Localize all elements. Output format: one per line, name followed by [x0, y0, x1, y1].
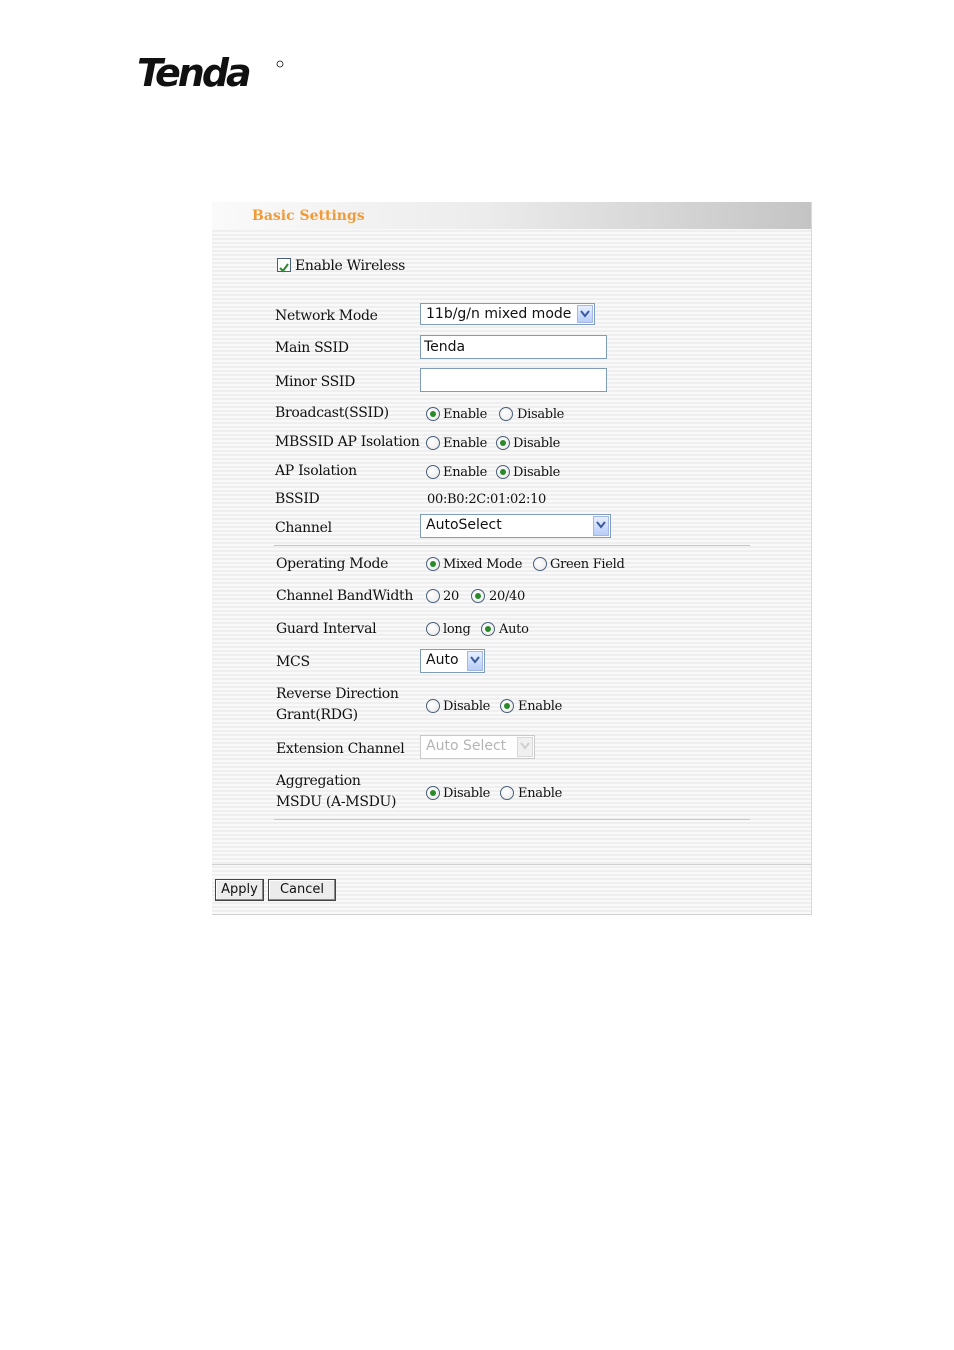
mbssid-ap-isolation-enable-label: Enable: [443, 436, 487, 451]
rdg-label: Reverse Direction Grant(RDG): [276, 686, 399, 723]
main-ssid-input[interactable]: Tenda: [420, 335, 607, 359]
channel-bandwidth-2040-label: 20/40: [489, 589, 525, 604]
channel-bandwidth-20-radio[interactable]: [426, 589, 440, 603]
panel-title-bar: Basic Settings: [212, 202, 811, 229]
chevron-down-icon: [517, 737, 533, 757]
svg-text:Tenda: Tenda: [137, 52, 250, 92]
footer-divider: [212, 864, 811, 865]
network-mode-label: Network Mode: [275, 308, 378, 324]
chevron-down-icon[interactable]: [593, 516, 609, 536]
panel-title: Basic Settings: [252, 208, 365, 224]
amsdu-label: Aggregation MSDU (A-MSDU): [276, 773, 397, 810]
broadcast-ssid-enable-radio[interactable]: [426, 407, 440, 421]
channel-select[interactable]: AutoSelect: [420, 514, 611, 538]
operating-mode-greenfield-radio[interactable]: [533, 557, 547, 571]
rdg-disable-label: Disable: [443, 699, 491, 714]
tenda-logo: Tenda: [137, 52, 284, 92]
guard-interval-auto-label: Auto: [499, 622, 529, 637]
operating-mode-greenfield-label: Green Field: [550, 557, 625, 572]
rdg-disable-radio[interactable]: [426, 699, 440, 713]
guard-interval-label: Guard Interval: [276, 621, 377, 637]
chevron-down-icon[interactable]: [467, 651, 483, 671]
channel-bandwidth-label: Channel BandWidth: [276, 588, 414, 604]
mbssid-ap-isolation-disable-label: Disable: [513, 436, 561, 451]
operating-mode-mixed-label: Mixed Mode: [443, 557, 523, 572]
ap-isolation-enable-label: Enable: [443, 465, 487, 480]
channel-label: Channel: [275, 520, 332, 536]
broadcast-ssid-disable-radio[interactable]: [499, 407, 513, 421]
ap-isolation-label: AP Isolation: [275, 463, 357, 479]
apply-button[interactable]: Apply: [215, 879, 264, 901]
bssid-label: BSSID: [275, 491, 320, 507]
minor-ssid-label: Minor SSID: [275, 374, 356, 390]
section-divider: [274, 545, 750, 546]
enable-wireless-label: Enable Wireless: [295, 258, 405, 274]
ap-isolation-disable-label: Disable: [513, 465, 561, 480]
main-ssid-label: Main SSID: [275, 340, 349, 356]
channel-bandwidth-20-label: 20: [443, 589, 459, 604]
broadcast-ssid-label: Broadcast(SSID): [275, 405, 389, 421]
rdg-enable-label: Enable: [518, 699, 562, 714]
enable-wireless-checkbox[interactable]: [277, 258, 291, 273]
channel-bandwidth-2040-radio[interactable]: [471, 589, 485, 603]
basic-settings-panel: Basic Settings Enable Wireless Network M…: [212, 202, 812, 915]
broadcast-ssid-enable-label: Enable: [443, 407, 487, 422]
mcs-label: MCS: [276, 654, 310, 670]
network-mode-select[interactable]: 11b/g/n mixed mode: [420, 303, 595, 325]
cancel-button[interactable]: Cancel: [268, 879, 336, 901]
mbssid-ap-isolation-enable-radio[interactable]: [426, 436, 440, 450]
extension-channel-value: Auto Select: [426, 738, 507, 754]
amsdu-disable-label: Disable: [443, 786, 491, 801]
network-mode-value: 11b/g/n mixed mode: [426, 306, 572, 322]
guard-interval-long-label: long: [443, 622, 471, 637]
section-divider: [274, 819, 750, 820]
minor-ssid-input[interactable]: [420, 368, 607, 392]
ap-isolation-enable-radio[interactable]: [426, 465, 440, 479]
amsdu-disable-radio[interactable]: [426, 786, 440, 800]
bssid-value: 00:B0:2C:01:02:10: [427, 492, 547, 507]
guard-interval-long-radio[interactable]: [426, 622, 440, 636]
chevron-down-icon[interactable]: [577, 305, 593, 323]
operating-mode-label: Operating Mode: [276, 556, 389, 572]
extension-channel-label: Extension Channel: [276, 741, 405, 757]
ap-isolation-disable-radio[interactable]: [496, 465, 510, 479]
mcs-value: Auto: [426, 652, 459, 668]
mbssid-ap-isolation-disable-radio[interactable]: [496, 436, 510, 450]
main-ssid-value: Tenda: [424, 339, 466, 355]
channel-value: AutoSelect: [426, 517, 502, 533]
mbssid-ap-isolation-label: MBSSID AP Isolation: [275, 434, 420, 450]
broadcast-ssid-disable-label: Disable: [517, 407, 565, 422]
amsdu-enable-radio[interactable]: [500, 786, 514, 800]
rdg-enable-radio[interactable]: [500, 699, 514, 713]
amsdu-enable-label: Enable: [518, 786, 562, 801]
check-icon: [279, 263, 289, 273]
guard-interval-auto-radio[interactable]: [481, 622, 495, 636]
operating-mode-mixed-radio[interactable]: [426, 557, 440, 571]
extension-channel-select[interactable]: Auto Select: [420, 735, 535, 759]
mcs-select[interactable]: Auto: [420, 649, 485, 673]
